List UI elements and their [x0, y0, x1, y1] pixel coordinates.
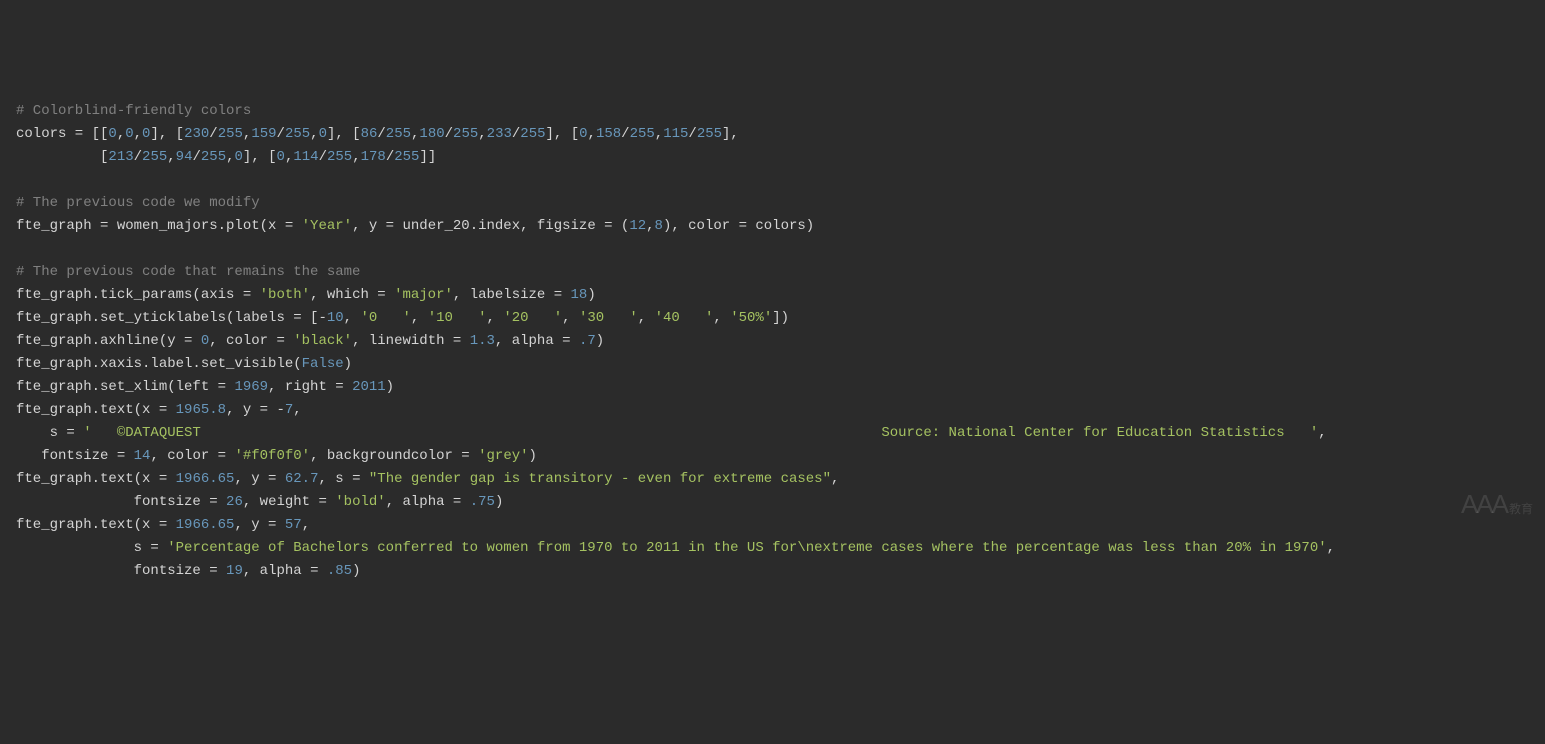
code-line: s = 'Percentage of Bachelors conferred t…: [16, 537, 1529, 560]
code-line: [16, 169, 1529, 192]
code-line: s = ' ©DATAQUEST Source: National Center…: [16, 422, 1529, 445]
code-line: fte_graph.set_yticklabels(labels = [-10,…: [16, 307, 1529, 330]
code-line: fte_graph.text(x = 1965.8, y = -7,: [16, 399, 1529, 422]
code-block: # Colorblind-friendly colorscolors = [[0…: [16, 100, 1529, 583]
code-line: [213/255,94/255,0], [0,114/255,178/255]]: [16, 146, 1529, 169]
code-line: fte_graph.tick_params(axis = 'both', whi…: [16, 284, 1529, 307]
watermark-sub: 教育: [1509, 498, 1533, 521]
code-line: fontsize = 26, weight = 'bold', alpha = …: [16, 491, 1529, 514]
code-line: colors = [[0,0,0], [230/255,159/255,0], …: [16, 123, 1529, 146]
code-line: fte_graph.text(x = 1966.65, y = 57,: [16, 514, 1529, 537]
code-line: fte_graph.set_xlim(left = 1969, right = …: [16, 376, 1529, 399]
code-line: # The previous code we modify: [16, 192, 1529, 215]
code-line: fte_graph = women_majors.plot(x = 'Year'…: [16, 215, 1529, 238]
watermark-main: AAA: [1461, 493, 1507, 516]
watermark-logo: AAA 教育: [1461, 493, 1533, 521]
code-line: # The previous code that remains the sam…: [16, 261, 1529, 284]
code-line: fte_graph.text(x = 1966.65, y = 62.7, s …: [16, 468, 1529, 491]
code-line: fte_graph.axhline(y = 0, color = 'black'…: [16, 330, 1529, 353]
code-line: fte_graph.xaxis.label.set_visible(False): [16, 353, 1529, 376]
code-line: # Colorblind-friendly colors: [16, 100, 1529, 123]
code-line: fontsize = 14, color = '#f0f0f0', backgr…: [16, 445, 1529, 468]
code-line: fontsize = 19, alpha = .85): [16, 560, 1529, 583]
code-line: [16, 238, 1529, 261]
